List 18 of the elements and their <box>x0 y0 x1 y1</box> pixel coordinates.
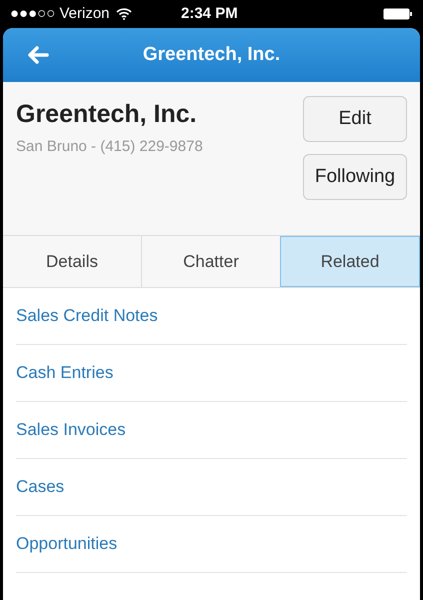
related-list-link[interactable]: Opportunities <box>16 531 118 557</box>
record-name: Greentech, Inc. <box>16 99 198 130</box>
related-list-link[interactable]: Cash Entries <box>16 360 114 386</box>
related-list-link[interactable]: Cases <box>16 474 64 500</box>
record-subtitle: San Bruno - (415) 229-9878 <box>16 136 204 156</box>
clock-time: 2:34 PM <box>181 4 238 24</box>
action-button[interactable]: Edit <box>303 96 407 142</box>
action-button[interactable]: Following <box>303 154 407 200</box>
tab[interactable]: Related <box>280 236 420 287</box>
back-arrow-icon[interactable] <box>27 46 49 64</box>
tab[interactable]: Details <box>3 236 141 287</box>
related-list-link[interactable]: Sales Credit Notes <box>16 303 158 329</box>
battery-icon <box>383 8 413 20</box>
tab[interactable]: Chatter <box>141 236 280 287</box>
nav-title: Greentech, Inc. <box>142 42 280 67</box>
related-list-link[interactable]: Sales Invoices <box>16 417 126 443</box>
carrier-label: ●●●○○ Verizon <box>10 4 110 24</box>
wifi-icon <box>116 8 132 20</box>
